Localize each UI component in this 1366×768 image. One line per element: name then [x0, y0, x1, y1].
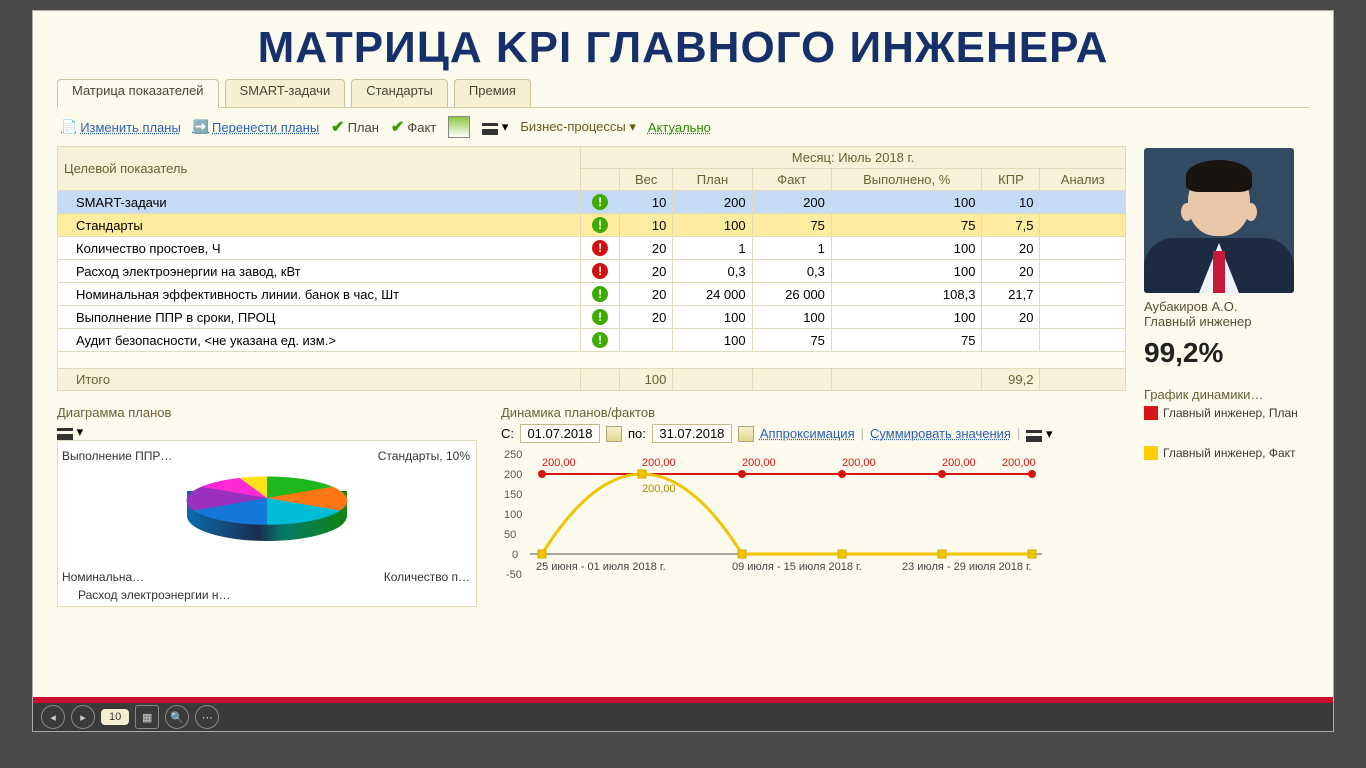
date-to-input[interactable]: 31.07.2018 [652, 424, 732, 443]
svg-text:200,00: 200,00 [642, 457, 676, 469]
chart-icon[interactable] [448, 116, 470, 138]
svg-text:200: 200 [504, 469, 522, 481]
tab-standards[interactable]: Стандарты [351, 79, 448, 107]
col-target: Целевой показатель [58, 147, 581, 191]
table-row[interactable]: SMART-задачи!1020020010010 [58, 191, 1126, 214]
presentation-footer: ◂ ▸ 10 ▦ 🔍 ⋯ [33, 703, 1333, 731]
calendar-icon[interactable] [606, 426, 622, 442]
toolbar: 📄 Изменить планы ➡️ Перенести планы ✔Пла… [57, 108, 1309, 146]
dyn-title: Динамика планов/фактов [501, 405, 1126, 420]
svg-text:09 июля - 15 июля 2018 г.: 09 июля - 15 июля 2018 г. [732, 561, 862, 573]
menu-icon[interactable]: ▾ [482, 119, 508, 135]
svg-text:100: 100 [504, 509, 522, 521]
actual-link[interactable]: Актуально [648, 120, 711, 135]
more-button[interactable]: ⋯ [195, 705, 219, 729]
svg-text:200,00: 200,00 [742, 457, 776, 469]
next-slide-button[interactable]: ▸ [71, 705, 95, 729]
employee-photo [1144, 148, 1294, 293]
table-row[interactable]: Количество простоев, Ч!201110020 [58, 237, 1126, 260]
business-process-dropdown[interactable]: Бизнес-процессы ▾ [520, 119, 636, 135]
sum-link[interactable]: Суммировать значения [870, 426, 1011, 441]
pie-chart [177, 453, 357, 563]
table-row[interactable]: Расход электроэнергии на завод, кВт!200,… [58, 260, 1126, 283]
svg-text:200,00: 200,00 [542, 457, 576, 469]
svg-text:0: 0 [512, 549, 518, 561]
table-row[interactable]: Аудит безопасности, <не указана ед. изм.… [58, 329, 1126, 352]
svg-text:-50: -50 [506, 569, 522, 581]
svg-text:200,00: 200,00 [842, 457, 876, 469]
prev-slide-button[interactable]: ◂ [41, 705, 65, 729]
svg-text:50: 50 [504, 529, 516, 541]
date-from-input[interactable]: 01.07.2018 [520, 424, 600, 443]
employee-name: Аубакиров А.О. [1144, 299, 1309, 314]
svg-text:25 июня - 01 июля 2018 г.: 25 июня - 01 июля 2018 г. [536, 561, 666, 573]
employee-position: Главный инженер [1144, 314, 1309, 329]
total-row: Итого 100 99,2 [58, 369, 1126, 391]
edit-plans-button[interactable]: 📄 Изменить планы [61, 119, 181, 135]
legend-fact: Главный инженер, Факт [1144, 446, 1309, 460]
kpi-table: Целевой показатель Месяц: Июль 2018 г. В… [57, 146, 1126, 391]
svg-text:250: 250 [504, 449, 522, 461]
tab-matrix[interactable]: Матрица показателей [57, 79, 219, 108]
svg-text:23 июля - 29 июля 2018 г.: 23 июля - 29 июля 2018 г. [902, 561, 1032, 573]
pie-menu-icon[interactable] [57, 428, 73, 437]
approx-link[interactable]: Аппроксимация [760, 426, 855, 441]
svg-text:200,00: 200,00 [1002, 457, 1036, 469]
line-chart: 250 200 150 100 50 0 -50 200,00 200,00 200,00 2… [502, 444, 1042, 604]
col-month: Месяц: Июль 2018 г. [581, 147, 1126, 169]
plan-checkbox[interactable]: ✔План [331, 117, 379, 137]
slide-number: 10 [101, 709, 129, 725]
fact-checkbox[interactable]: ✔Факт [391, 117, 436, 137]
employee-percent: 99,2% [1144, 337, 1309, 369]
svg-text:200,00: 200,00 [942, 457, 976, 469]
chart-menu-icon[interactable]: ▾ [1026, 426, 1052, 442]
svg-text:200,00: 200,00 [642, 483, 676, 495]
tab-bonus[interactable]: Премия [454, 79, 531, 107]
calendar-icon[interactable] [738, 426, 754, 442]
table-row[interactable]: Номинальная эффективность линии. банок в… [58, 283, 1126, 306]
table-row[interactable]: Выполнение ППР в сроки, ПРОЦ!20100100100… [58, 306, 1126, 329]
pie-title: Диаграмма планов [57, 405, 477, 420]
page-title: МАТРИЦА KPI ГЛАВНОГО ИНЖЕНЕРА [33, 11, 1333, 79]
grid-view-button[interactable]: ▦ [135, 705, 159, 729]
tab-strip: Матрица показателей SMART-задачи Стандар… [57, 79, 1309, 108]
table-row[interactable]: Стандарты!1010075757,5 [58, 214, 1126, 237]
transfer-plans-button[interactable]: ➡️ Перенести планы [193, 119, 319, 135]
legend-plan: Главный инженер, План [1144, 406, 1309, 420]
svg-text:150: 150 [504, 489, 522, 501]
legend-title: График динамики… [1144, 387, 1309, 402]
tab-smart[interactable]: SMART-задачи [225, 79, 346, 107]
zoom-button[interactable]: 🔍 [165, 705, 189, 729]
